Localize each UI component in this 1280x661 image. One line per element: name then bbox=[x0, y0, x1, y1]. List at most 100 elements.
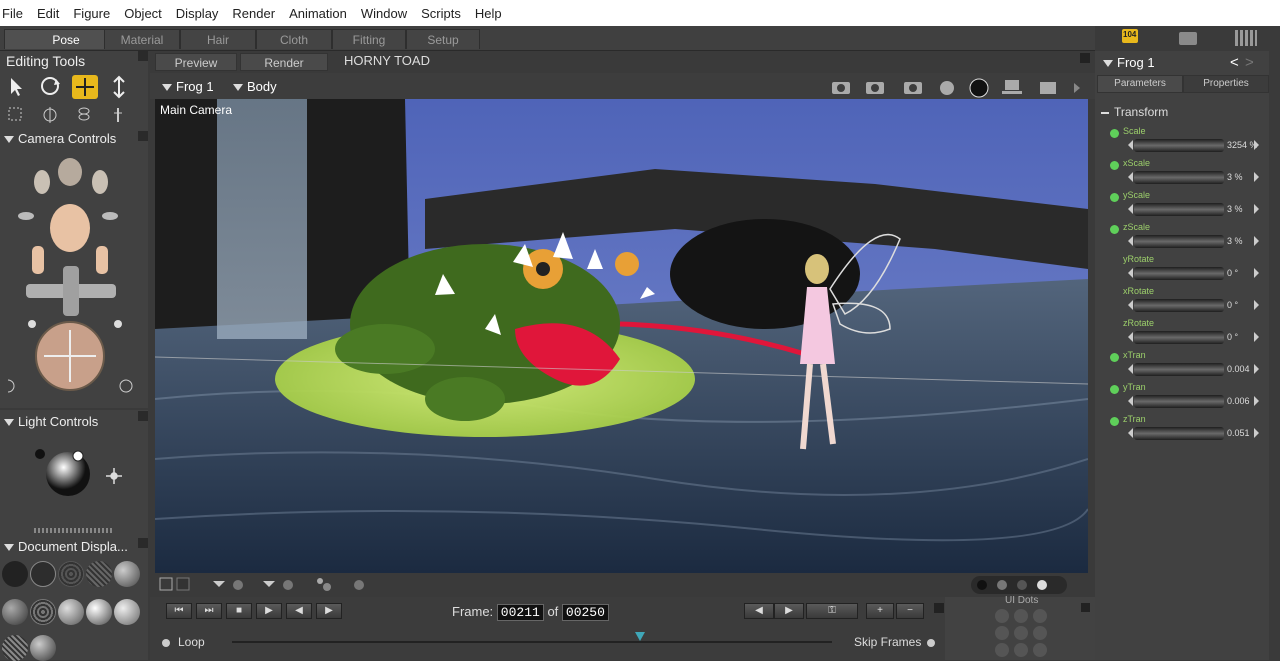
increment-icon[interactable] bbox=[1254, 332, 1259, 342]
tab-render[interactable]: Render bbox=[240, 53, 328, 71]
param-value[interactable]: 0.006 bbox=[1227, 396, 1250, 406]
figure-dropdown[interactable]: Frog 1 bbox=[162, 79, 214, 94]
next-figure-icon[interactable]: > bbox=[1245, 54, 1254, 71]
transform-group[interactable]: Transform bbox=[1101, 105, 1168, 119]
prev-frame-button[interactable]: ◀ bbox=[286, 603, 312, 619]
timeline-scrubber[interactable] bbox=[232, 641, 832, 643]
scrollbar[interactable] bbox=[1269, 51, 1280, 660]
tab-properties[interactable]: Properties bbox=[1183, 75, 1269, 93]
decrement-icon[interactable] bbox=[1128, 428, 1133, 438]
tab-cloth[interactable]: Cloth bbox=[256, 29, 332, 49]
preview-style[interactable] bbox=[30, 635, 56, 661]
decrement-icon[interactable] bbox=[1128, 332, 1133, 342]
tab-material[interactable]: Material bbox=[104, 29, 180, 49]
decrement-icon[interactable] bbox=[1128, 172, 1133, 182]
increment-icon[interactable] bbox=[1254, 300, 1259, 310]
increment-icon[interactable] bbox=[1254, 140, 1259, 150]
param-value[interactable]: 3 % bbox=[1227, 236, 1243, 246]
panel-menu-icon[interactable] bbox=[138, 131, 148, 141]
layout-icons[interactable] bbox=[157, 575, 377, 595]
menu-render[interactable]: Render bbox=[232, 6, 275, 21]
param-value[interactable]: 3 % bbox=[1227, 204, 1243, 214]
decrement-icon[interactable] bbox=[1128, 300, 1133, 310]
outline-style[interactable] bbox=[30, 561, 56, 587]
increment-icon[interactable] bbox=[1254, 428, 1259, 438]
param-dial[interactable] bbox=[1134, 235, 1224, 248]
tab-fitting[interactable]: Fitting bbox=[332, 29, 406, 49]
add-key-button[interactable]: + bbox=[866, 603, 894, 619]
decrement-icon[interactable] bbox=[1128, 268, 1133, 278]
menu-figure[interactable]: Figure bbox=[73, 6, 110, 21]
next-key-button[interactable]: ▶ bbox=[774, 603, 804, 619]
skip-frames-radio[interactable] bbox=[927, 639, 935, 647]
lined-style[interactable] bbox=[114, 561, 140, 587]
remove-key-button[interactable]: − bbox=[896, 603, 924, 619]
decrement-icon[interactable] bbox=[1128, 364, 1133, 374]
total-frames-field[interactable]: 00250 bbox=[561, 604, 609, 621]
increment-icon[interactable] bbox=[1254, 236, 1259, 246]
param-value[interactable]: 0.051 bbox=[1227, 428, 1250, 438]
menu-animation[interactable]: Animation bbox=[289, 6, 347, 21]
panel-menu-icon[interactable] bbox=[934, 603, 944, 613]
current-frame-field[interactable]: 00211 bbox=[496, 604, 544, 621]
param-value[interactable]: 0.004 bbox=[1227, 364, 1250, 374]
increment-icon[interactable] bbox=[1254, 364, 1259, 374]
first-frame-button[interactable]: ⏮ bbox=[166, 603, 192, 619]
param-dial[interactable] bbox=[1134, 171, 1224, 184]
param-dial[interactable] bbox=[1134, 395, 1224, 408]
scrub-handle[interactable] bbox=[635, 632, 645, 641]
tab-setup[interactable]: Setup bbox=[406, 29, 480, 49]
param-value[interactable]: 0 ° bbox=[1227, 332, 1238, 342]
param-dial[interactable] bbox=[1134, 203, 1224, 216]
menu-display[interactable]: Display bbox=[176, 6, 219, 21]
panel-menu-icon[interactable] bbox=[1081, 603, 1090, 612]
param-dial[interactable] bbox=[1134, 427, 1224, 440]
tab-preview[interactable]: Preview bbox=[155, 53, 237, 71]
part-dropdown[interactable]: Body bbox=[233, 79, 277, 94]
library-icon[interactable] bbox=[1235, 30, 1257, 46]
param-dial[interactable] bbox=[1134, 267, 1224, 280]
last-frame-button[interactable]: ⏭ bbox=[196, 603, 222, 619]
param-value[interactable]: 3 % bbox=[1227, 172, 1243, 182]
figure-name-dropdown[interactable]: Frog 1 bbox=[1103, 55, 1155, 70]
keyframes-button[interactable]: ⚿ bbox=[806, 603, 858, 619]
param-value[interactable]: 0 ° bbox=[1227, 268, 1238, 278]
cartoon-style[interactable] bbox=[30, 599, 56, 625]
loop-radio[interactable] bbox=[162, 639, 170, 647]
decrement-icon[interactable] bbox=[1128, 396, 1133, 406]
menu-file[interactable]: File bbox=[2, 6, 23, 21]
decrement-icon[interactable] bbox=[1128, 140, 1133, 150]
prev-key-button[interactable]: ◀ bbox=[744, 603, 774, 619]
flat-lined-style[interactable] bbox=[2, 599, 28, 625]
texture-shaded-style[interactable] bbox=[86, 599, 112, 625]
smooth-shaded-style[interactable] bbox=[58, 599, 84, 625]
translate-tool[interactable] bbox=[72, 75, 98, 99]
rotate-tool[interactable] bbox=[38, 77, 60, 99]
light-sphere-widget[interactable] bbox=[30, 444, 130, 504]
sketch-style[interactable] bbox=[2, 635, 28, 661]
document-display-header[interactable]: Document Displa... bbox=[4, 539, 128, 554]
menu-scripts[interactable]: Scripts bbox=[421, 6, 461, 21]
grip-handle[interactable] bbox=[34, 528, 114, 533]
decrement-icon[interactable] bbox=[1128, 204, 1133, 214]
wireframe-style[interactable] bbox=[58, 561, 84, 587]
scale-tool[interactable] bbox=[108, 77, 130, 99]
prev-figure-icon[interactable]: < bbox=[1230, 54, 1239, 71]
param-value[interactable]: 3254 % bbox=[1227, 140, 1258, 150]
panel-menu-icon[interactable] bbox=[138, 51, 148, 61]
param-dial[interactable] bbox=[1134, 299, 1224, 312]
param-value[interactable]: 0 ° bbox=[1227, 300, 1238, 310]
stop-button[interactable]: ■ bbox=[226, 603, 252, 619]
camera-controls-header[interactable]: Camera Controls bbox=[4, 131, 116, 146]
light-controls-header[interactable]: Light Controls bbox=[4, 414, 98, 429]
next-frame-button[interactable]: ▶ bbox=[316, 603, 342, 619]
increment-icon[interactable] bbox=[1254, 204, 1259, 214]
menu-window[interactable]: Window bbox=[361, 6, 407, 21]
play-button[interactable]: ▶ bbox=[256, 603, 282, 619]
menu-edit[interactable]: Edit bbox=[37, 6, 59, 21]
tab-parameters[interactable]: Parameters bbox=[1097, 75, 1183, 93]
increment-icon[interactable] bbox=[1254, 172, 1259, 182]
increment-icon[interactable] bbox=[1254, 396, 1259, 406]
decrement-icon[interactable] bbox=[1128, 236, 1133, 246]
panel-menu-icon[interactable] bbox=[1080, 53, 1090, 63]
